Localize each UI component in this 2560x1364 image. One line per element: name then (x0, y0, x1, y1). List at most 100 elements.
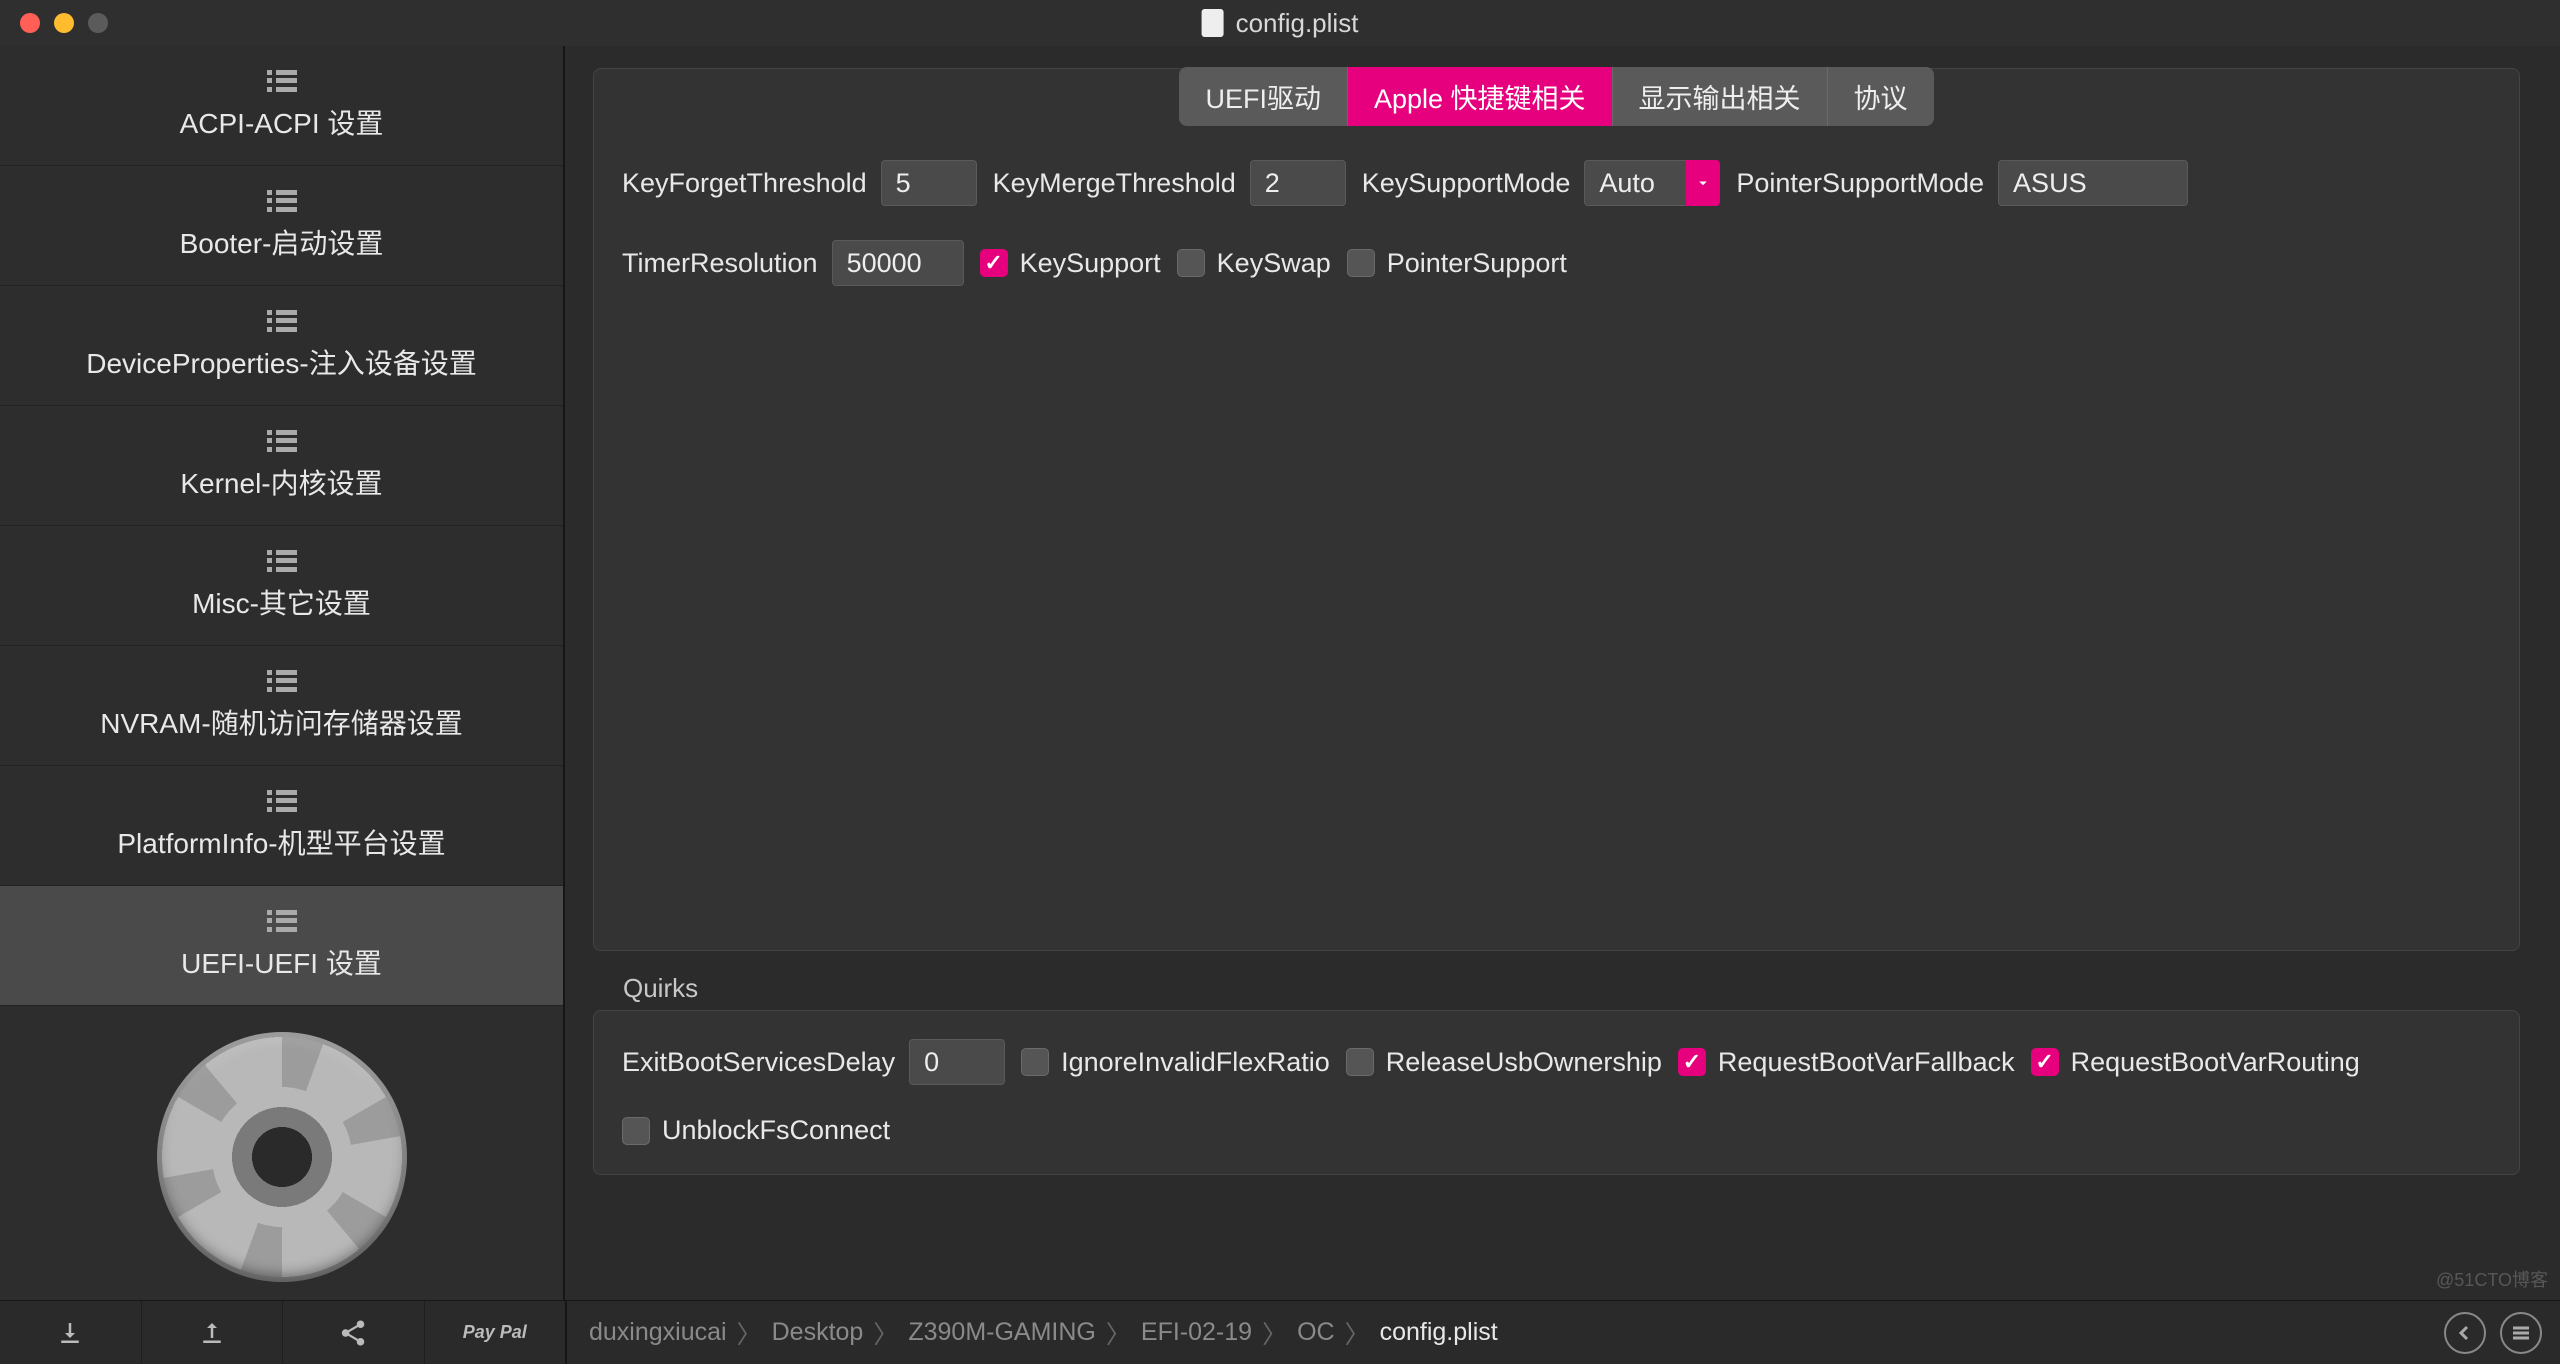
tab-2[interactable]: 显示输出相关 (1613, 67, 1828, 126)
checkbox-label: UnblockFsConnect (662, 1115, 890, 1146)
sidebar-item-label: Misc-其它设置 (192, 582, 371, 622)
bottom-toolbar: Pay Pal (0, 1301, 565, 1364)
label-pointer-support-mode: PointerSupportMode (1736, 168, 1984, 199)
checkbox-release-usb-ownership[interactable]: ReleaseUsbOwnership (1346, 1047, 1662, 1078)
breadcrumb-item[interactable]: Desktop (772, 1318, 864, 1347)
checkbox-label: RequestBootVarRouting (2071, 1047, 2360, 1078)
jog-wheel-area (0, 1014, 563, 1300)
list-icon (267, 790, 297, 812)
field-timer-resolution: TimerResolution (622, 240, 964, 286)
input-key-merge-threshold[interactable] (1250, 160, 1346, 206)
titlebar: config.plist (0, 0, 2560, 46)
bottombar: Pay Pal duxingxiucai 〉 Desktop 〉 Z390M-GAMIN… (0, 1300, 2560, 1364)
breadcrumb-item[interactable]: config.plist (1380, 1318, 1498, 1347)
zoom-window-button[interactable] (88, 13, 108, 33)
jog-wheel[interactable] (157, 1032, 407, 1282)
checkbox-box (1347, 249, 1375, 277)
chevron-right-icon: 〉 (737, 1315, 762, 1351)
label-key-forget-threshold: KeyForgetThreshold (622, 168, 867, 199)
checkbox-label: KeySupport (1020, 248, 1161, 279)
breadcrumb-item[interactable]: OC (1297, 1318, 1335, 1347)
back-arrow-icon (2453, 1321, 2477, 1345)
sidebar-item-3[interactable]: Kernel-内核设置 (0, 406, 563, 526)
checkbox-box (622, 1117, 650, 1145)
checkbox-request-boot-var-routing[interactable]: RequestBootVarRouting (2031, 1047, 2360, 1078)
input-timer-resolution[interactable] (832, 240, 964, 286)
tab-0[interactable]: UEFI驱动 (1179, 67, 1348, 126)
share-icon (338, 1318, 368, 1348)
breadcrumb-item[interactable]: duxingxiucai (589, 1318, 727, 1347)
tabs: UEFI驱动Apple 快捷键相关显示输出相关协议 (594, 67, 2519, 126)
share-button[interactable] (283, 1301, 425, 1364)
sidebar-item-label: ACPI-ACPI 设置 (180, 102, 384, 142)
menu-button[interactable] (2500, 1312, 2542, 1354)
menu-icon (2509, 1321, 2533, 1345)
tab-1[interactable]: Apple 快捷键相关 (1348, 67, 1613, 126)
chevron-right-icon: 〉 (873, 1315, 898, 1351)
list-icon (267, 910, 297, 932)
select-key-support-mode-button[interactable] (1686, 160, 1720, 206)
chevron-down-icon (1694, 174, 1712, 192)
checkbox-key-support[interactable]: KeySupport (980, 248, 1161, 279)
checkbox-box (1346, 1048, 1374, 1076)
sidebar-item-0[interactable]: ACPI-ACPI 设置 (0, 46, 563, 166)
breadcrumb: duxingxiucai 〉 Desktop 〉 Z390M-GAMING 〉 EFI-02… (565, 1301, 2444, 1364)
chevron-right-icon: 〉 (1106, 1315, 1131, 1351)
sidebar-item-label: UEFI-UEFI 设置 (181, 942, 382, 982)
sidebar-item-4[interactable]: Misc-其它设置 (0, 526, 563, 646)
content-area: UEFI驱动Apple 快捷键相关显示输出相关协议 KeyForgetThres… (565, 46, 2560, 1300)
bottom-right-tools (2444, 1301, 2560, 1364)
checkbox-pointer-support[interactable]: PointerSupport (1347, 248, 1567, 279)
checkbox-request-boot-var-fallback[interactable]: RequestBootVarFallback (1678, 1047, 2015, 1078)
import-button[interactable] (0, 1301, 142, 1364)
list-icon (267, 70, 297, 92)
checkbox-label: PointerSupport (1387, 248, 1567, 279)
checkbox-label: IgnoreInvalidFlexRatio (1061, 1047, 1330, 1078)
breadcrumb-item[interactable]: Z390M-GAMING (908, 1318, 1096, 1347)
minimize-window-button[interactable] (54, 13, 74, 33)
checkbox-key-swap[interactable]: KeySwap (1177, 248, 1331, 279)
label-timer-resolution: TimerResolution (622, 248, 818, 279)
sidebar-item-1[interactable]: Booter-启动设置 (0, 166, 563, 286)
close-window-button[interactable] (20, 13, 40, 33)
quirks-panel: ExitBootServicesDelay IgnoreInvalidFlexR… (593, 1010, 2520, 1175)
checkbox-label: ReleaseUsbOwnership (1386, 1047, 1662, 1078)
checkbox-ignore-invalid-flex-ratio[interactable]: IgnoreInvalidFlexRatio (1021, 1047, 1330, 1078)
checkbox-unblock-fs-connect[interactable]: UnblockFsConnect (622, 1115, 2491, 1146)
watermark: @51CTO博客 (2436, 1266, 2548, 1292)
sidebar-item-2[interactable]: DeviceProperties-注入设备设置 (0, 286, 563, 406)
window-title: config.plist (1202, 8, 1359, 39)
tab-3[interactable]: 协议 (1828, 67, 1934, 126)
sidebar-item-7[interactable]: UEFI-UEFI 设置 (0, 886, 563, 1006)
input-key-forget-threshold[interactable] (881, 160, 977, 206)
quirks-title: Quirks (623, 973, 2520, 1004)
list-icon (267, 430, 297, 452)
sidebar-item-5[interactable]: NVRAM-随机访问存储器设置 (0, 646, 563, 766)
checkbox-box (2031, 1048, 2059, 1076)
sidebar-item-label: PlatformInfo-机型平台设置 (117, 822, 445, 862)
paypal-button[interactable]: Pay Pal (425, 1301, 566, 1364)
sidebar-item-6[interactable]: PlatformInfo-机型平台设置 (0, 766, 563, 886)
checkbox-label: KeySwap (1217, 248, 1331, 279)
list-icon (267, 190, 297, 212)
sidebar-item-label: Kernel-内核设置 (180, 462, 382, 502)
apple-input-panel: UEFI驱动Apple 快捷键相关显示输出相关协议 KeyForgetThres… (593, 68, 2520, 951)
field-exit-boot-services-delay: ExitBootServicesDelay (622, 1039, 1005, 1085)
chevron-right-icon: 〉 (1345, 1315, 1370, 1351)
input-exit-boot-services-delay[interactable] (909, 1039, 1005, 1085)
field-key-merge-threshold: KeyMergeThreshold (993, 160, 1346, 206)
checkbox-box (1678, 1048, 1706, 1076)
export-button[interactable] (142, 1301, 284, 1364)
sidebar: ACPI-ACPI 设置 Booter-启动设置 DeviceProperties-… (0, 46, 565, 1300)
chevron-right-icon: 〉 (1262, 1315, 1287, 1351)
window-title-text: config.plist (1236, 8, 1359, 39)
label-key-merge-threshold: KeyMergeThreshold (993, 168, 1236, 199)
sidebar-item-label: DeviceProperties-注入设备设置 (86, 342, 477, 382)
checkbox-box (1021, 1048, 1049, 1076)
back-button[interactable] (2444, 1312, 2486, 1354)
checkbox-box (1177, 249, 1205, 277)
input-pointer-support-mode[interactable] (1998, 160, 2188, 206)
field-pointer-support-mode: PointerSupportMode (1736, 160, 2188, 206)
select-key-support-mode[interactable]: Auto (1584, 160, 1686, 206)
breadcrumb-item[interactable]: EFI-02-19 (1141, 1318, 1252, 1347)
